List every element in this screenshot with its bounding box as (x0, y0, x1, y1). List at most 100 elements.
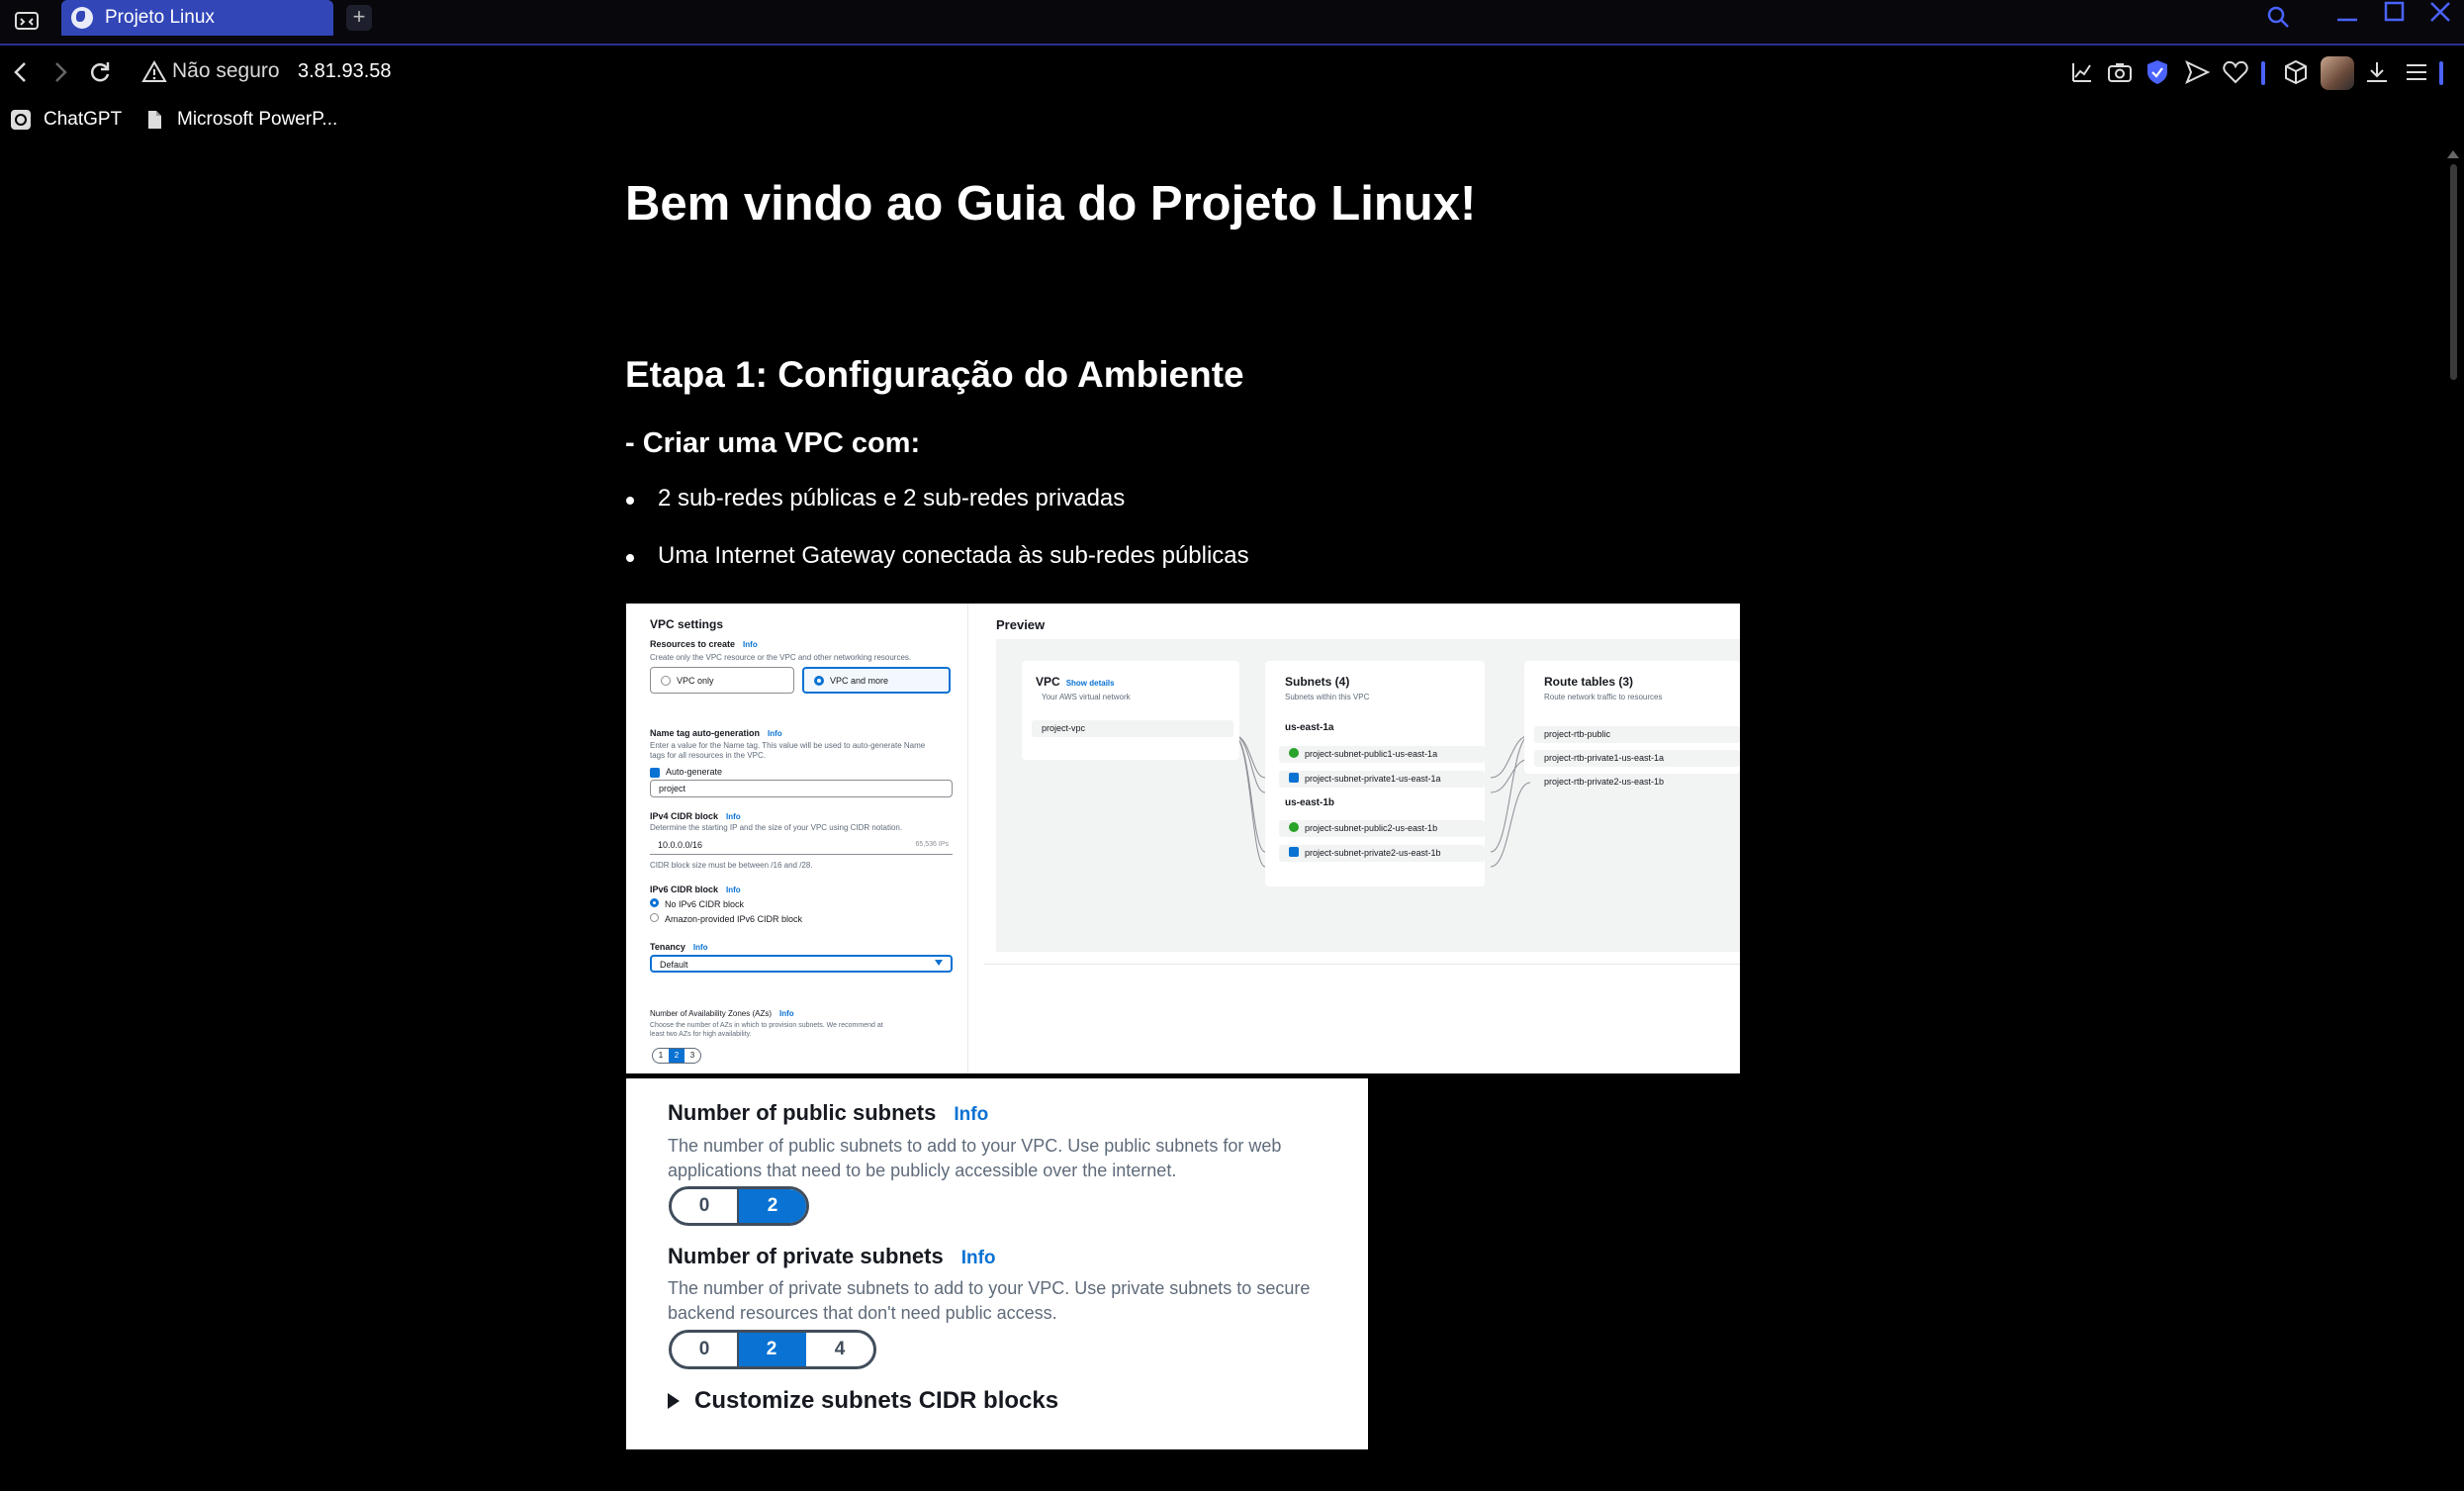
scrollbar[interactable] (2443, 148, 2464, 1491)
tab-title: Projeto Linux (105, 7, 215, 28)
new-tab-button[interactable]: + (346, 5, 372, 31)
reload-icon[interactable] (85, 57, 115, 87)
az-b-label: us-east-1b (1285, 797, 1335, 808)
subnet-item: project-subnet-private2-us-east-1b (1279, 845, 1485, 862)
sidebar-toggle-icon[interactable] (12, 6, 42, 36)
send-icon[interactable] (2182, 57, 2212, 87)
warning-icon[interactable] (141, 59, 167, 85)
vpc-name-item: project-vpc (1032, 720, 1233, 737)
preview-area: VPC Show details Your AWS virtual network… (996, 639, 1740, 952)
chatgpt-icon (11, 110, 31, 130)
public-subnets-desc: The number of public subnets to add to y… (668, 1136, 1282, 1180)
resources-desc: Create only the VPC resource or the VPC … (650, 653, 912, 662)
list-item: Uma Internet Gateway conectada às sub-re… (625, 542, 1249, 600)
toolbar-separator (2439, 61, 2443, 85)
subnets-card-title: Subnets (4) (1285, 675, 1350, 689)
vpc-card-subtitle: Your AWS virtual network (1042, 693, 1131, 701)
route-tables-subtitle: Route network traffic to resources (1544, 693, 1663, 701)
menu-icon[interactable] (2402, 57, 2431, 87)
subnet-item: project-subnet-public2-us-east-1b (1279, 820, 1485, 837)
public-subnets-segmented-control: 0 2 (669, 1186, 809, 1226)
list-item: 2 sub-redes públicas e 2 sub-redes priva… (625, 485, 1249, 542)
bookmark-powerpoint[interactable]: Microsoft PowerP... (143, 109, 337, 131)
bookmarks-bar: ChatGPT Microsoft PowerP... (0, 101, 2464, 146)
browser-tab-active[interactable]: Projeto Linux (61, 0, 333, 36)
vpc-preview-panel: Preview VPC Show details Your AWS virtual… (984, 604, 1740, 1073)
subnets-card: Subnets (4) Subnets within this VPC us-e… (1265, 661, 1485, 886)
scroll-thumb[interactable] (2450, 164, 2457, 380)
ipv4-label: IPv4 CIDR block Info (650, 811, 741, 821)
vpc-settings-panel: VPC settings Resources to create Info Cre… (626, 604, 968, 1073)
private-subnets-option: 4 (834, 1339, 846, 1359)
extensions-cube-icon[interactable] (2281, 57, 2311, 87)
bookmark-label: Microsoft PowerP... (177, 109, 338, 130)
profile-avatar[interactable] (2321, 56, 2354, 90)
auto-generate-checkbox: Auto-generate (650, 767, 722, 778)
az-a-label: us-east-1a (1285, 722, 1334, 733)
public-subnets-label: Number of public subnets Info (668, 1100, 989, 1125)
camera-icon[interactable] (2105, 57, 2135, 87)
scroll-up-arrow[interactable] (2447, 150, 2459, 158)
page-title: Bem vindo ao Guia do Projeto Linux! (625, 177, 1477, 231)
shield-icon[interactable] (2143, 57, 2172, 87)
heart-icon[interactable] (2221, 57, 2250, 87)
ipv4-desc: Determine the starting IP and the size o… (650, 823, 903, 832)
divider (984, 964, 1740, 965)
vpc-settings-screenshot: VPC settings Resources to create Info Cre… (626, 604, 1740, 1073)
subnets-config-screenshot: Number of public subnets Info The number … (626, 1078, 1368, 1449)
vpc-card: VPC Show details Your AWS virtual network… (1022, 661, 1239, 760)
private-subnets-option: 0 (672, 1333, 739, 1366)
route-tables-title: Route tables (3) (1544, 675, 1634, 689)
url-field[interactable]: 3.81.93.58 (298, 60, 392, 83)
close-icon[interactable] (2427, 0, 2453, 33)
route-table-item: project-rtb-public (1534, 726, 1740, 743)
maximize-icon[interactable] (2382, 0, 2408, 33)
subnets-card-subtitle: Subnets within this VPC (1285, 693, 1370, 701)
az-option-selected: 2 (669, 1049, 684, 1063)
private-subnets-segmented-control: 0 2 4 (669, 1330, 876, 1369)
public-subnets-option-selected: 2 (739, 1189, 806, 1223)
route-table-item: project-rtb-private2-us-east-1b (1544, 777, 1665, 787)
route-table-item: project-rtb-private1-us-east-1a (1534, 750, 1740, 767)
edit-chart-icon[interactable] (2067, 57, 2097, 87)
back-icon[interactable] (6, 57, 36, 87)
subnet-item: project-subnet-private1-us-east-1a (1279, 771, 1485, 788)
option-vpc-only: VPC only (650, 667, 794, 694)
step-title: Etapa 1: Configuração do Ambiente (625, 354, 1244, 395)
public-subnet-icon (1289, 748, 1299, 758)
download-icon[interactable] (2362, 57, 2392, 87)
az-option: 1 (658, 1051, 664, 1060)
toolbar-separator (2261, 61, 2265, 85)
bookmark-chatgpt[interactable]: ChatGPT (10, 109, 122, 131)
public-subnets-option: 0 (672, 1189, 739, 1223)
ipv6-option-none: No IPv6 CIDR block (650, 898, 744, 909)
forward-icon[interactable] (46, 57, 75, 87)
document-icon (148, 111, 161, 129)
private-subnets-label: Number of private subnets Info (668, 1244, 996, 1268)
preview-title: Preview (996, 617, 1046, 632)
ipv6-option-amazon: Amazon-provided IPv6 CIDR block (650, 913, 802, 924)
az-segmented-control: 1 2 3 (652, 1048, 701, 1064)
ipv6-label: IPv6 CIDR block Info (650, 885, 741, 894)
search-tabs-icon[interactable] (2265, 4, 2291, 37)
globe-icon (71, 7, 93, 29)
route-tables-card: Route tables (3) Route network traffic t… (1524, 661, 1740, 787)
az-desc: Choose the number of AZs in which to pro… (650, 1022, 883, 1029)
name-tag-input: project (650, 780, 953, 797)
option-vpc-and-more: VPC and more (802, 667, 951, 694)
private-subnet-icon (1289, 773, 1299, 783)
private-subnet-icon (1289, 847, 1299, 857)
name-tag-desc: Enter a value for the Name tag. This val… (650, 741, 926, 750)
ipv4-hint: CIDR block size must be between /16 and … (650, 861, 813, 870)
vpc-card-title: VPC Show details (1036, 675, 1115, 689)
tenancy-label: Tenancy Info (650, 942, 708, 952)
az-option: 3 (689, 1051, 695, 1060)
private-subnets-option-selected: 2 (739, 1333, 806, 1366)
az-desc: least two AZs for high availability. (650, 1031, 752, 1038)
section-subtitle: - Criar uma VPC com: (625, 427, 921, 459)
security-status[interactable]: Não seguro (172, 59, 280, 83)
customize-cidr-expander: Customize subnets CIDR blocks (668, 1387, 1058, 1415)
public-subnet-icon (1289, 822, 1299, 832)
minimize-icon[interactable] (2334, 0, 2360, 33)
requirements-list: 2 sub-redes públicas e 2 sub-redes priva… (625, 485, 1249, 600)
